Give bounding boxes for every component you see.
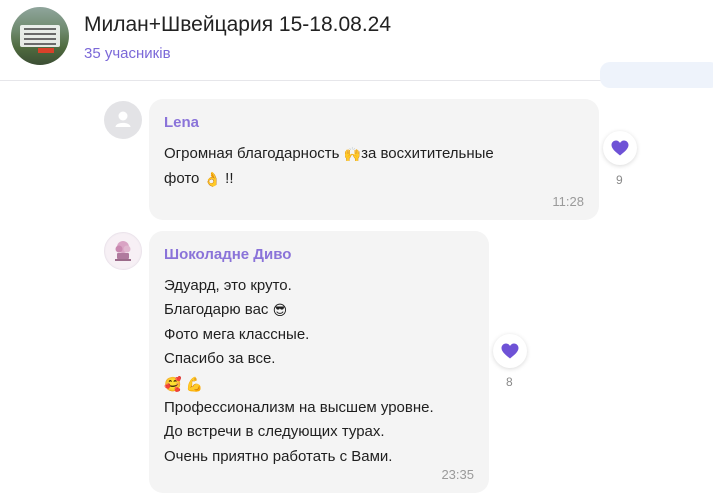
message-bubble: Шоколадне Диво Эдуард, это круто. Благод… [149,231,489,493]
message-line: До встречи в следующих турах. [164,423,385,441]
reaction-button[interactable] [603,131,637,165]
text-segment: за восхитительные [361,145,494,162]
ok-hand-emoji: 👌 [203,170,222,187]
group-avatar[interactable] [11,7,69,65]
message-bubble: Lena Огромная благодарность 🙌за восхитит… [149,99,599,220]
sender-name[interactable]: Lena [164,114,199,131]
cake-logo-icon [106,234,140,268]
smiling-face-with-hearts-emoji: 🥰 [164,375,182,392]
partial-message-bubble [600,62,713,88]
group-title[interactable]: Милан+Швейцария 15-18.08.24 [84,13,391,37]
flexed-biceps-emoji: 💪 [185,375,204,392]
reaction-button[interactable] [493,334,527,368]
message-text: Эдуард, это круто. Благодарю вас 😎 Фото … [164,274,434,469]
message-time: 23:35 [441,467,474,482]
message-line: Эдуард, это круто. [164,277,292,294]
sender-name[interactable]: Шоколадне Диво [164,246,291,263]
message-line: Профессионализм на высшем уровне. [164,399,434,417]
text-segment: Огромная благодарность [164,145,344,162]
avatar-card-graphic [20,25,60,47]
message-line: Очень приятно работать с Вами. [164,447,393,465]
message-line: Спасибо за все. [164,350,276,368]
purple-heart-icon [611,140,629,156]
reaction-count: 9 [616,173,623,187]
sunglasses-emoji: 😎 [272,302,288,319]
avatar[interactable] [104,232,142,270]
message-line: Благодарю вас 😎 [164,298,434,322]
text-segment: фото [164,169,204,187]
avatar[interactable] [104,101,142,139]
text-segment: Благодарю вас [164,301,273,319]
message-time: 11:28 [552,194,584,209]
member-count[interactable]: 35 учасників [84,45,171,62]
message-line: Фото мега классные. [164,325,310,343]
raised-hands-emoji: 🙌 [343,146,362,162]
message-line: фото 👌 !! [164,167,494,192]
text-segment: !! [221,169,234,187]
avatar-red-bar-graphic [38,48,54,53]
message-text: Огромная благодарность 🙌за восхитительны… [164,142,494,191]
message-line: 🥰 💪 [164,372,434,396]
purple-heart-icon [501,343,519,359]
user-icon [115,111,131,127]
reaction-count: 8 [506,375,513,389]
message-line: Огромная благодарность 🙌за восхитительны… [164,142,494,167]
